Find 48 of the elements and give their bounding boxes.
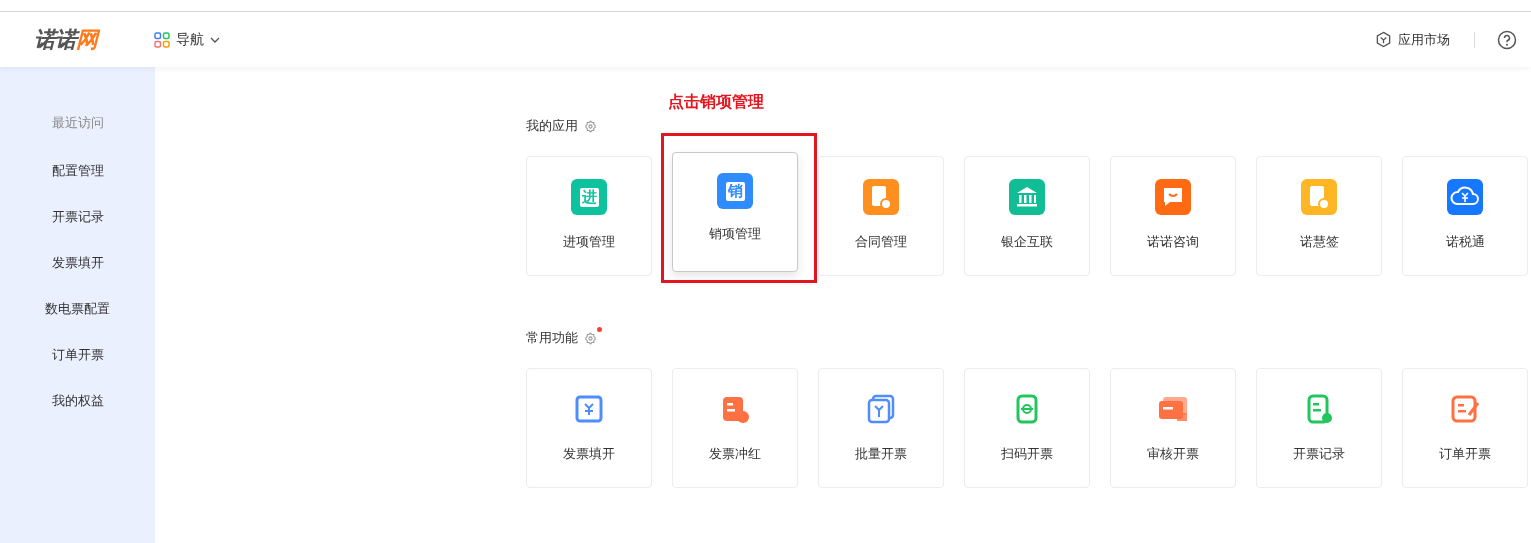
card-label: 扫码开票 bbox=[1001, 445, 1053, 463]
card-label: 诺税通 bbox=[1445, 233, 1485, 251]
card-label: 发票填开 bbox=[563, 445, 615, 463]
settings-icon[interactable] bbox=[584, 331, 597, 345]
app-card[interactable]: 发票填开 bbox=[526, 368, 652, 488]
app-card[interactable]: 进 进项管理 bbox=[526, 156, 652, 276]
card-label: 合同管理 bbox=[855, 233, 907, 251]
card-label: 银企互联 bbox=[1001, 233, 1053, 251]
card-label: 诺诺咨询 bbox=[1147, 233, 1199, 251]
app-card[interactable]: 诺诺咨询 bbox=[1110, 156, 1236, 276]
section-title: 常用功能 bbox=[526, 329, 578, 347]
card-label: 开票记录 bbox=[1293, 445, 1345, 463]
sidebar-item[interactable]: 配置管理 bbox=[51, 163, 104, 209]
app-card[interactable]: 订单开票 bbox=[1402, 368, 1528, 488]
card-label: 审核开票 bbox=[1147, 445, 1199, 463]
app-card[interactable]: 银企互联 bbox=[964, 156, 1090, 276]
app-card[interactable]: 合同管理 bbox=[818, 156, 944, 276]
app-market-button[interactable]: 应用市场 bbox=[1375, 30, 1450, 49]
settings-icon[interactable] bbox=[584, 119, 597, 133]
app-card[interactable]: 发票冲红 bbox=[672, 368, 798, 488]
icon-glyph: 销 bbox=[725, 181, 745, 201]
card-label: 销项管理 bbox=[709, 225, 761, 243]
sidebar-item[interactable]: 我的权益 bbox=[51, 393, 104, 439]
app-card[interactable]: 诺税通 bbox=[1402, 156, 1528, 276]
app-card[interactable]: 批量开票 bbox=[818, 368, 944, 488]
grid-icon bbox=[154, 31, 170, 48]
sidebar-item[interactable]: 订单开票 bbox=[51, 347, 104, 393]
nav-menu[interactable]: 导航 bbox=[154, 30, 220, 49]
card-label: 批量开票 bbox=[855, 445, 907, 463]
sidebar-heading: 最近访问 bbox=[51, 115, 104, 132]
app-card[interactable]: 开票记录 bbox=[1256, 368, 1382, 488]
card-label: 发票冲红 bbox=[709, 445, 761, 463]
app-card[interactable]: 诺慧签 bbox=[1256, 156, 1382, 276]
help-icon[interactable] bbox=[1497, 29, 1517, 50]
card-label: 诺慧签 bbox=[1299, 233, 1339, 251]
sidebar-item[interactable]: 数电票配置 bbox=[45, 301, 110, 347]
annotation-text: 点击销项管理 bbox=[668, 92, 764, 113]
card-label: 订单开票 bbox=[1439, 445, 1491, 463]
card-label: 进项管理 bbox=[563, 233, 615, 251]
icon-glyph: 进 bbox=[579, 187, 599, 207]
section-title: 我的应用 bbox=[526, 117, 578, 135]
sidebar-item[interactable]: 开票记录 bbox=[51, 209, 104, 255]
chevron-down-icon bbox=[210, 36, 220, 43]
app-card[interactable]: 审核开票 bbox=[1110, 368, 1236, 488]
app-card[interactable]: 扫码开票 bbox=[964, 368, 1090, 488]
app-card[interactable]: 销 销项管理 bbox=[672, 152, 798, 272]
cube-icon bbox=[1375, 31, 1392, 48]
sidebar-item[interactable]: 发票填开 bbox=[51, 255, 104, 301]
